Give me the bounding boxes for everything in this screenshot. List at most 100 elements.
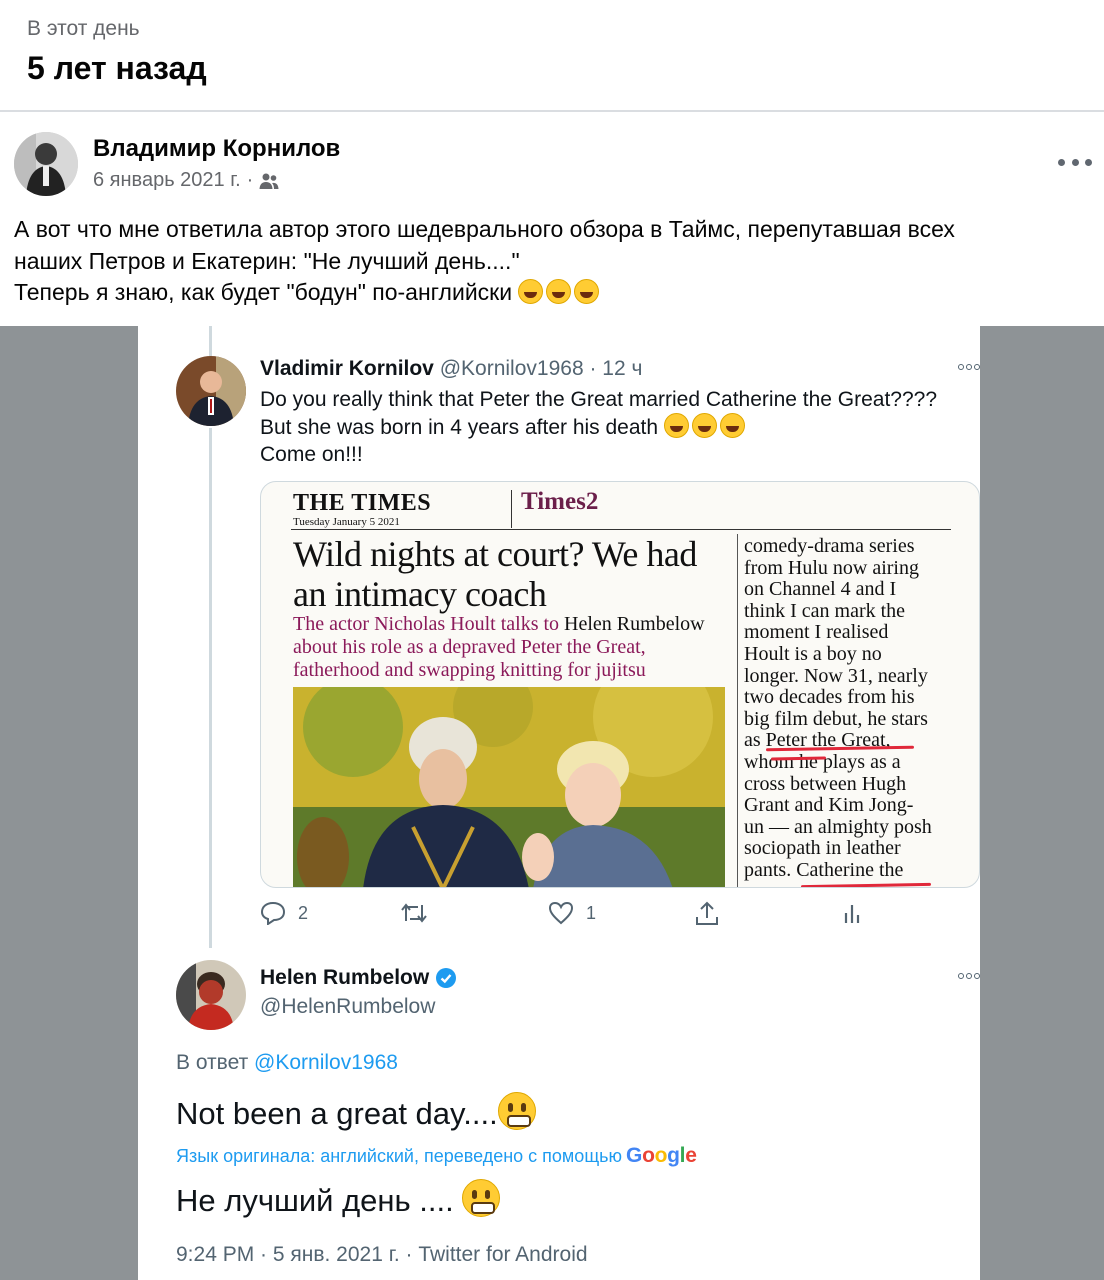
tweet-text-line: Come on!!! bbox=[260, 443, 363, 466]
post-author-name[interactable]: Владимир Корнилов bbox=[93, 135, 340, 163]
column-line: sociopath in leather bbox=[744, 837, 901, 860]
newspaper-section: Times2 bbox=[521, 488, 599, 515]
reply-to: В ответ @Kornilov1968 bbox=[176, 1051, 398, 1075]
newspaper-column: comedy-drama series from Hulu now airing… bbox=[744, 535, 974, 882]
tweet-more-icon bbox=[958, 973, 980, 979]
column-line: moment I realised bbox=[744, 621, 889, 644]
author-avatar[interactable] bbox=[14, 132, 78, 196]
column-line: Hoult is a boy no bbox=[744, 642, 882, 665]
laughing-emoji-icon bbox=[691, 413, 717, 438]
laughing-emoji-icon bbox=[546, 279, 572, 304]
people-icon bbox=[259, 173, 279, 189]
reply-count: 2 bbox=[298, 902, 309, 923]
column-line: cross between Hugh bbox=[744, 772, 907, 795]
translated-text: Не лучший день .... bbox=[176, 1179, 501, 1219]
memory-kicker: В этот день bbox=[27, 17, 140, 40]
share-action bbox=[694, 901, 720, 927]
like-action: 1 bbox=[548, 901, 596, 925]
column-rule bbox=[737, 534, 738, 887]
reply-to-prefix: В ответ bbox=[176, 1051, 255, 1074]
laughing-emoji-icon bbox=[663, 413, 689, 438]
tweet-text: Do you really think that Peter the Great… bbox=[260, 386, 937, 468]
laughing-emoji-icon bbox=[719, 413, 745, 438]
grimacing-emoji-icon bbox=[462, 1179, 501, 1217]
reply-text: Not been a great day.... bbox=[176, 1092, 536, 1132]
newspaper-headline: Wild nights at court? We had an intimacy… bbox=[293, 534, 697, 614]
standfirst-author: Helen Rumbelow bbox=[564, 613, 705, 635]
memory-title: 5 лет назад bbox=[27, 50, 207, 86]
column-line: on Channel 4 and I bbox=[744, 578, 897, 601]
post-text: А вот что мне ответила автор этого шедев… bbox=[14, 214, 1094, 309]
post-meta: 6 январь 2021 г. · bbox=[93, 169, 279, 192]
dot-icon bbox=[1058, 158, 1065, 166]
column-line: think I can mark the bbox=[744, 599, 906, 622]
post-text-line: наших Петров и Екатерин: "Не лучший день… bbox=[14, 247, 520, 274]
reply-author-avatar bbox=[176, 960, 246, 1030]
reply-author-name-row: Helen Rumbelow bbox=[260, 966, 457, 990]
thread-line bbox=[209, 326, 212, 356]
masthead-divider bbox=[511, 490, 512, 528]
reply-to-handle: @Kornilov1968 bbox=[254, 1051, 398, 1074]
google-logo: Google bbox=[626, 1144, 697, 1167]
tweet-actions: 2 1 bbox=[260, 901, 980, 931]
meta-separator: · bbox=[246, 169, 254, 191]
translated-text-content: Не лучший день .... bbox=[176, 1183, 454, 1218]
dot-icon bbox=[1071, 158, 1079, 166]
column-line: comedy-drama series bbox=[744, 535, 915, 557]
column-line: from Hulu now airing bbox=[744, 556, 919, 579]
translation-note: Язык оригинала: английский, переведено с… bbox=[176, 1144, 697, 1168]
retweet-icon bbox=[401, 903, 427, 923]
reply-author-name: Helen Rumbelow bbox=[260, 966, 430, 989]
standfirst-text: The actor Nicholas Hoult talks to bbox=[293, 613, 565, 635]
tweet-handle: @Kornilov1968 bbox=[439, 357, 584, 380]
standfirst-text: about his role as a depraved Peter the G… bbox=[293, 636, 646, 681]
memory-header: В этот день 5 лет назад bbox=[0, 0, 1104, 112]
post-more-options-button[interactable] bbox=[1058, 150, 1092, 174]
tweet-text-line: But she was born in 4 years after his de… bbox=[260, 416, 659, 439]
post-text-line-last: Теперь я знаю, как будет "бодун" по-англ… bbox=[14, 277, 1094, 309]
analytics-icon bbox=[844, 905, 860, 923]
post-text-line: Теперь я знаю, как будет "бодун" по-англ… bbox=[14, 279, 513, 305]
like-count: 1 bbox=[586, 902, 597, 923]
verified-badge-icon bbox=[436, 968, 457, 988]
column-line: pants. Catherine the bbox=[744, 858, 904, 881]
tweet-text-line-2: But she was born in 4 years after his de… bbox=[260, 413, 937, 441]
column-line: un — an almighty posh bbox=[744, 815, 932, 838]
masthead-rule bbox=[291, 529, 951, 530]
newspaper-date: Tuesday January 5 2021 bbox=[293, 516, 400, 528]
column-line: big film debut, he stars bbox=[744, 707, 928, 730]
newspaper-photo bbox=[293, 687, 725, 887]
tweet-author-name: Vladimir Kornilov bbox=[260, 357, 434, 380]
column-line: whom he plays as a bbox=[744, 750, 901, 773]
translation-note-text: Язык оригинала: английский, переведено с… bbox=[176, 1146, 623, 1166]
column-line: Grant and Kim Jong- bbox=[744, 794, 914, 817]
tweet-more-icon bbox=[958, 364, 980, 370]
tweet-avatar bbox=[176, 356, 246, 426]
grimacing-emoji-icon bbox=[497, 1092, 536, 1130]
laughing-emoji-icon bbox=[574, 279, 600, 304]
thread-line bbox=[209, 428, 212, 948]
tweet-time: · 12 ч bbox=[589, 357, 643, 380]
post-image[interactable]: Vladimir Kornilov @Kornilov1968 · 12 ч D… bbox=[0, 326, 1104, 1280]
newspaper-clipping: THE TIMES Tuesday January 5 2021 Times2 … bbox=[260, 481, 980, 888]
newspaper-standfirst: The actor Nicholas Hoult talks to Helen … bbox=[293, 613, 733, 682]
retweet-action bbox=[400, 901, 428, 925]
tweet-timestamp: 9:24 PM · 5 янв. 2021 г. · Twitter for A… bbox=[176, 1243, 588, 1266]
post-date[interactable]: 6 январь 2021 г. bbox=[93, 169, 241, 192]
tweet-text-line: Do you really think that Peter the Great… bbox=[260, 388, 938, 411]
dot-icon bbox=[1085, 158, 1092, 166]
column-line: longer. Now 31, nearly bbox=[744, 664, 928, 687]
reply-action: 2 bbox=[260, 901, 308, 925]
reply-text-content: Not been a great day.... bbox=[176, 1096, 498, 1131]
post-text-line: А вот что мне ответила автор этого шедев… bbox=[14, 216, 955, 242]
tweet-header: Vladimir Kornilov @Kornilov1968 · 12 ч bbox=[260, 357, 642, 381]
tweet-screenshot: Vladimir Kornilov @Kornilov1968 · 12 ч D… bbox=[138, 326, 980, 1280]
laughing-emoji-icon bbox=[518, 279, 544, 304]
newspaper-masthead: THE TIMES bbox=[293, 490, 432, 516]
heart-icon bbox=[548, 901, 574, 925]
red-underline bbox=[800, 882, 932, 887]
reply-icon bbox=[260, 901, 286, 925]
column-line: two decades from his bbox=[744, 686, 915, 709]
reply-author-handle: @HelenRumbelow bbox=[260, 995, 436, 1018]
analytics-action bbox=[842, 901, 862, 925]
